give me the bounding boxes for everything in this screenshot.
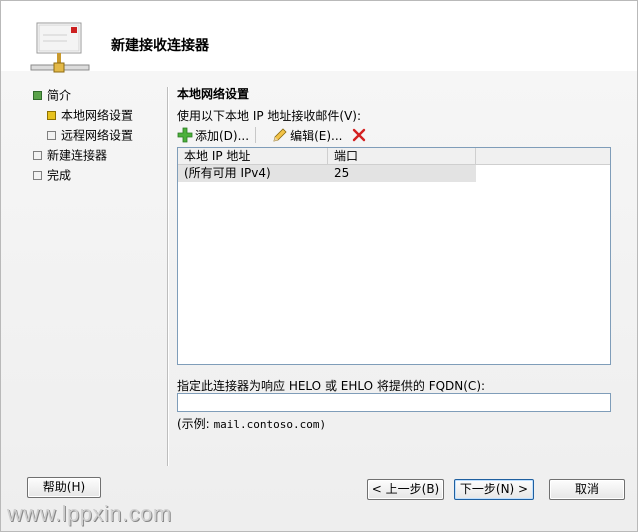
step-complete-icon [33,91,42,100]
wizard-steps-nav: 简介 本地网络设置 远程网络设置 新建连接器 完成 [27,85,167,185]
section-title: 本地网络设置 [177,87,250,101]
nav-step-complete: 完成 [27,165,167,185]
wizard-window: 新建接收连接器 简介 本地网络设置 远程网络设置 新建连接器 完成 本地网络设置… [0,0,638,532]
fqdn-example: (示例: mail.contoso.com) [177,417,327,431]
connector-wizard-icon [30,22,90,73]
nav-step-intro: 简介 [27,85,167,105]
back-button[interactable]: < 上一步(B) [367,479,444,500]
column-header-ip[interactable]: 本地 IP 地址 [178,148,328,164]
step-pending-icon [33,151,42,160]
step-current-icon [47,111,56,120]
nav-step-remote-network: 远程网络设置 [27,125,167,145]
edit-button[interactable]: 编辑(E)... [272,125,342,145]
delete-button[interactable] [352,125,366,145]
cell-ip: (所有可用 IPv4) [178,165,328,182]
delete-x-icon [353,128,366,142]
step-pending-icon [47,131,56,140]
add-button-label: 添加(D)... [195,128,250,143]
local-network-settings-panel: 本地网络设置 使用以下本地 IP 地址接收邮件(V): 添加(D)... 编辑(… [177,85,613,431]
table-row[interactable]: (所有可用 IPv4) 25 [178,165,610,182]
site-watermark: www.lppxin.com [7,501,172,526]
nav-step-local-network: 本地网络设置 [27,105,167,125]
add-button[interactable]: 添加(D)... [177,125,262,145]
grid-header: 本地 IP 地址 端口 [178,148,610,165]
cancel-button[interactable]: 取消 [549,479,625,500]
panel-divider [167,87,168,466]
nav-step-new-connector: 新建连接器 [27,145,167,165]
edit-button-label: 编辑(E)... [290,128,343,143]
column-header-empty [476,148,610,164]
ip-binding-grid[interactable]: 本地 IP 地址 端口 (所有可用 IPv4) 25 [177,147,611,365]
wizard-title: 新建接收连接器 [111,38,209,54]
ip-list-instruction: 使用以下本地 IP 地址接收邮件(V): [177,109,362,123]
pencil-icon [273,128,287,142]
cell-port: 25 [328,165,476,182]
ip-list-toolbar: 添加(D)... 编辑(E)... [177,125,376,145]
step-pending-icon [33,171,42,180]
column-header-port[interactable]: 端口 [328,148,476,164]
next-button[interactable]: 下一步(N) > [454,479,534,500]
fqdn-label: 指定此连接器为响应 HELO 或 EHLO 将提供的 FQDN(C): [177,379,486,393]
help-button[interactable]: 帮助(H) [27,477,101,498]
wizard-header: 新建接收连接器 [1,1,637,73]
fqdn-input[interactable] [177,393,611,412]
add-plus-icon [177,127,193,143]
